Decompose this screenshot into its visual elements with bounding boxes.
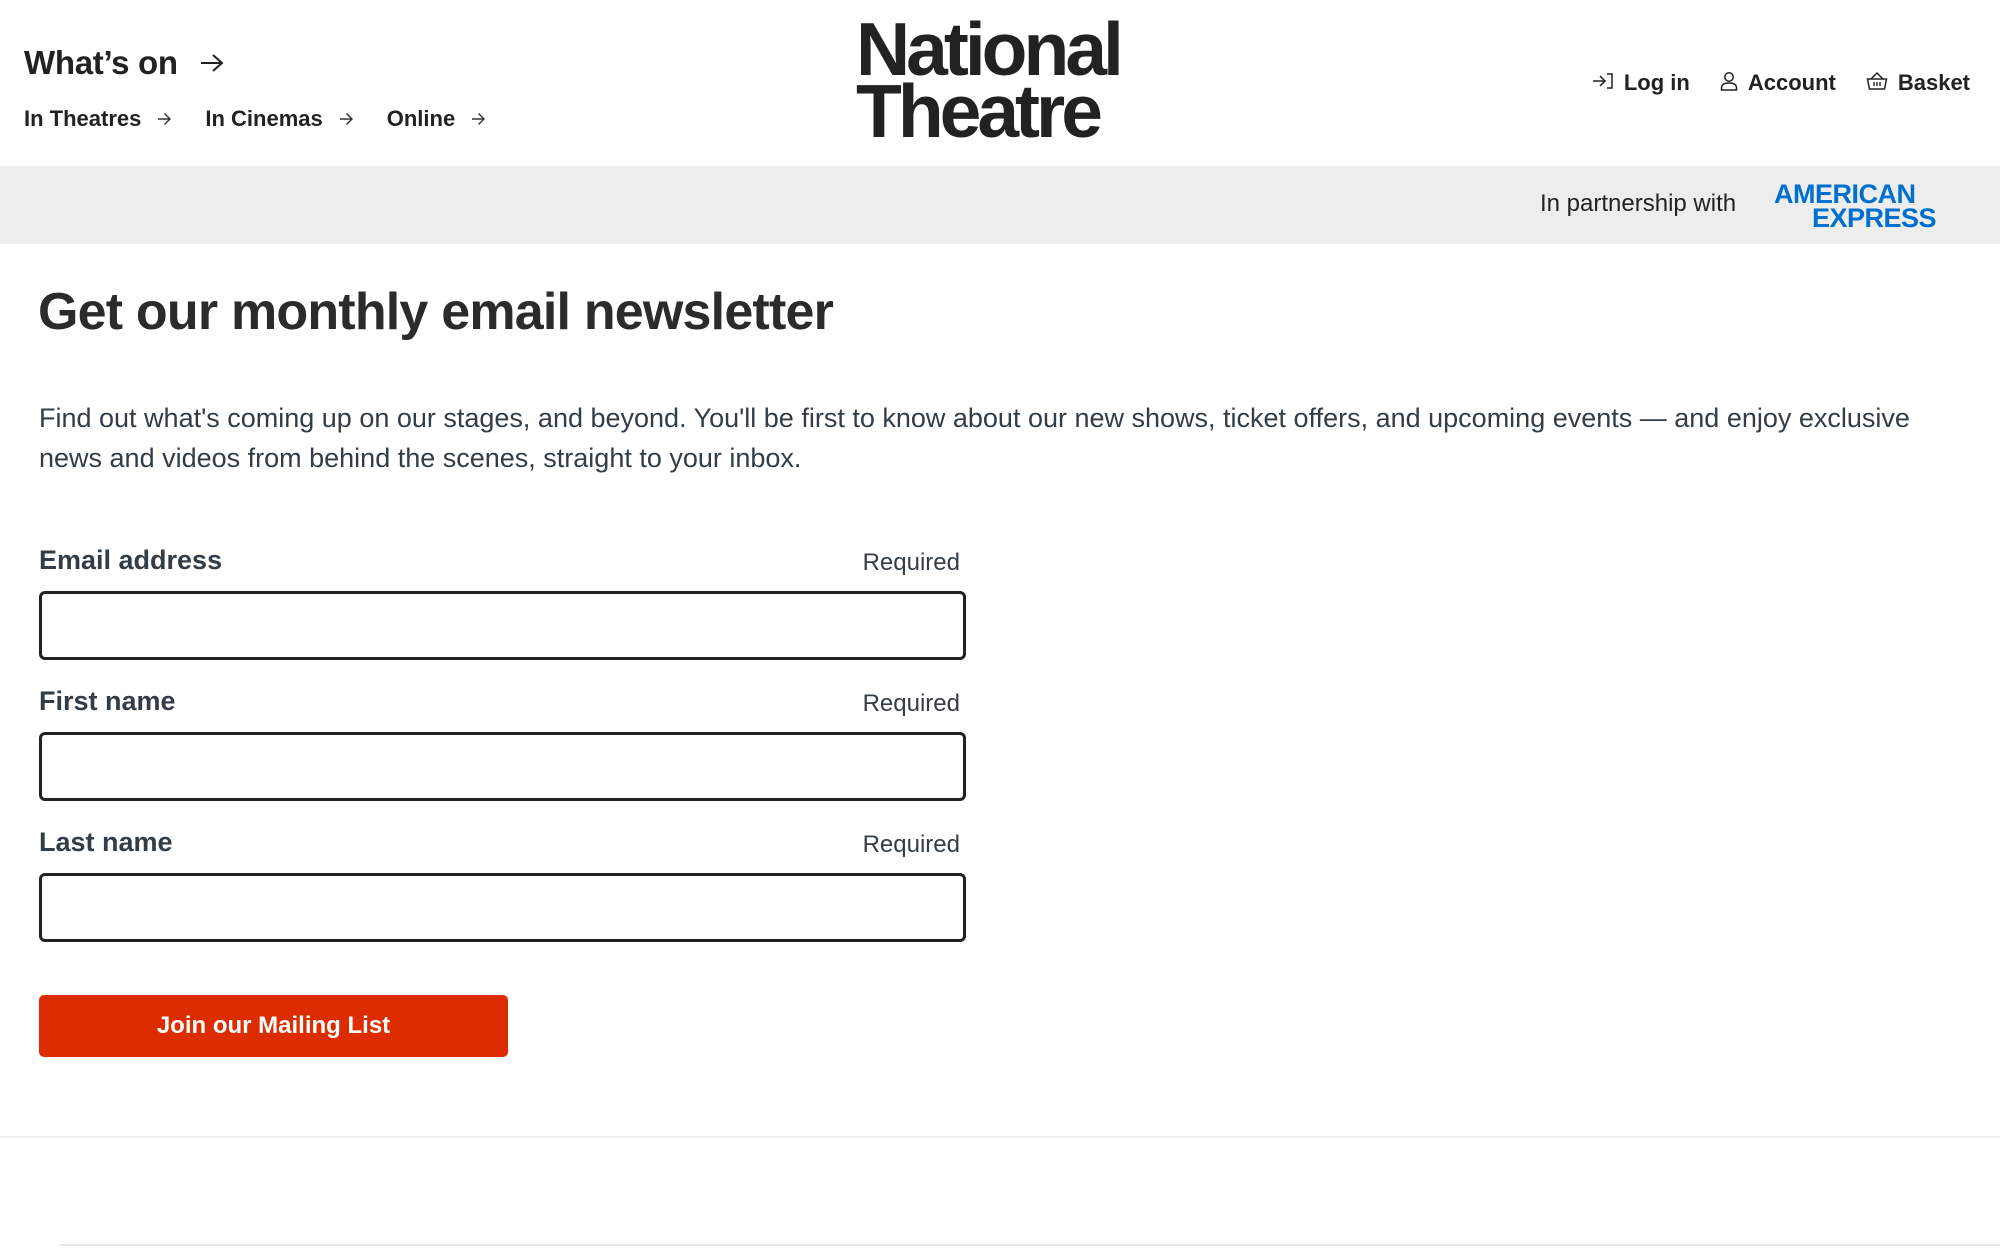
last-name-required-label: Required <box>862 831 960 858</box>
national-theatre-logo[interactable]: National Theatre <box>856 12 1146 149</box>
last-name-label: Last name <box>39 827 173 857</box>
basket-link[interactable]: Basket <box>1866 70 1970 96</box>
login-icon <box>1592 72 1614 95</box>
page-title: Get our monthly email newsletter <box>38 283 834 341</box>
subnav-in-cinemas[interactable]: In Cinemas <box>205 106 353 132</box>
site-header: What’s on In Theatres In Cinemas Online … <box>0 0 2000 166</box>
intro-paragraph: Find out what's coming up on our stages,… <box>39 403 1910 473</box>
login-link[interactable]: Log in <box>1592 70 1690 96</box>
join-mailing-list-button[interactable]: Join our Mailing List <box>39 995 508 1057</box>
arrow-right-icon <box>200 53 224 73</box>
login-label: Log in <box>1623 70 1690 95</box>
email-field[interactable] <box>39 591 966 660</box>
account-link[interactable]: Account <box>1720 70 1836 96</box>
arrow-right-icon <box>339 112 353 126</box>
basket-icon <box>1866 71 1888 96</box>
sponsor-line-2: EXPRESS <box>1811 203 1937 233</box>
subnav-label: In Theatres <box>24 106 142 131</box>
utility-nav: Log in Account Basket <box>1562 70 1970 96</box>
email-label: Email address <box>39 545 223 575</box>
user-icon <box>1720 71 1738 96</box>
first-name-required-label: Required <box>862 690 960 717</box>
email-required-label: Required <box>862 549 960 576</box>
partnership-banner: In partnership with AMERICAN EXPRESS <box>0 166 2000 244</box>
subnav-online[interactable]: Online <box>386 106 486 132</box>
arrow-right-icon <box>471 112 486 126</box>
subnav-label: Online <box>386 106 456 131</box>
whats-on-subnav: In Theatres In Cinemas Online <box>24 106 519 132</box>
first-name-field[interactable] <box>39 732 966 801</box>
last-name-field[interactable] <box>39 873 966 942</box>
whats-on-link[interactable]: What’s on <box>24 44 224 82</box>
first-name-label: First name <box>39 686 176 716</box>
arrow-right-icon <box>157 112 172 126</box>
whats-on-label: What’s on <box>24 44 178 81</box>
american-express-logo[interactable]: AMERICAN EXPRESS <box>1774 181 1937 233</box>
section-divider <box>0 1136 2000 1138</box>
basket-label: Basket <box>1897 70 1970 95</box>
account-label: Account <box>1747 70 1836 95</box>
footer-divider <box>60 1244 2000 1246</box>
subnav-label: In Cinemas <box>205 106 323 131</box>
subnav-in-theatres[interactable]: In Theatres <box>24 106 172 132</box>
partnership-text: In partnership with <box>1540 190 1737 217</box>
